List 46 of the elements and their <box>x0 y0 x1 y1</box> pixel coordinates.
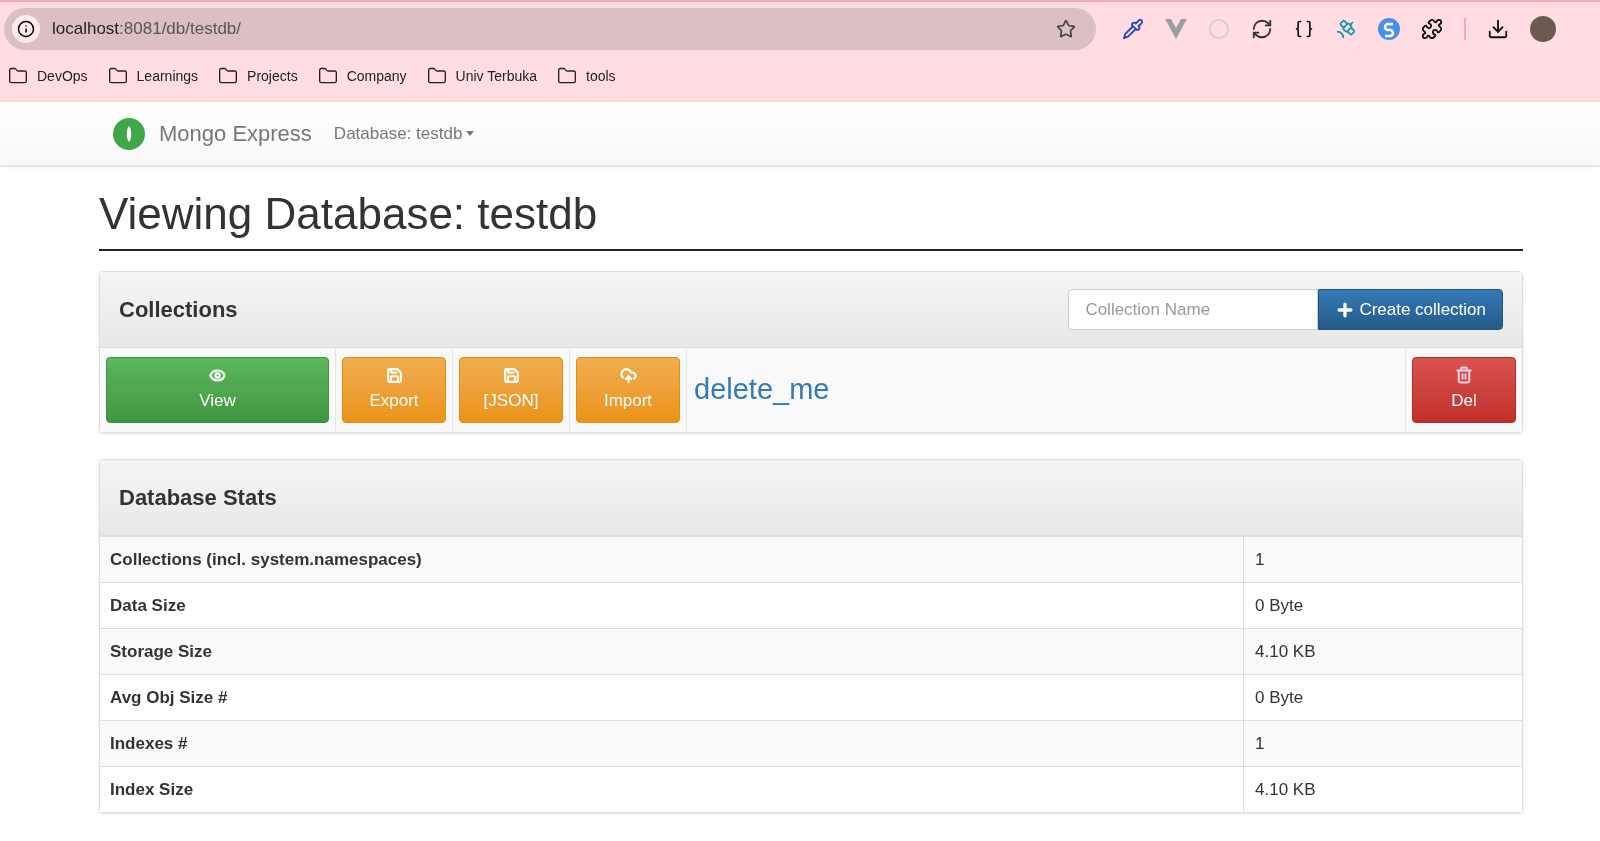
bookmark-folder[interactable]: Company <box>317 65 407 87</box>
page-heading: Viewing Database: testdb <box>99 186 1523 251</box>
braces-icon[interactable] <box>1294 19 1314 39</box>
database-dropdown[interactable]: Database: testdb <box>333 120 475 147</box>
stat-value: 1 <box>1254 732 1266 755</box>
url-text: localhost:8081/db/testdb/ <box>52 18 242 41</box>
folder-icon <box>426 66 447 86</box>
bookmark-folder[interactable]: Projects <box>218 65 298 87</box>
stat-value: 4.10 KB <box>1254 640 1317 663</box>
panel-title: Collections <box>119 296 238 324</box>
satellite-icon[interactable] <box>1335 18 1357 40</box>
collection-link[interactable]: delete_me <box>694 368 830 412</box>
caret-icon <box>466 131 475 136</box>
cloud-upload-icon <box>619 366 637 384</box>
bookmark-folder[interactable]: Univ Terbuka <box>426 65 538 87</box>
folder-icon <box>557 66 578 86</box>
brand-link[interactable]: Mongo Express <box>159 117 312 150</box>
collection-name-field[interactable]: Collection Name <box>1068 289 1319 330</box>
delete-button[interactable]: Del <box>1412 357 1516 423</box>
avatar[interactable] <box>1530 16 1556 42</box>
download-icon[interactable] <box>1487 18 1509 40</box>
bookmark-folder[interactable]: DevOps <box>8 65 88 87</box>
address-bar[interactable]: localhost:8081/db/testdb/ <box>4 8 1096 50</box>
stat-label: Index Size <box>100 767 1244 812</box>
s-logo-icon[interactable] <box>1378 18 1400 40</box>
folder-icon <box>317 66 338 86</box>
folder-icon <box>218 66 239 86</box>
panel-title: Database Stats <box>119 484 277 512</box>
create-collection-button[interactable]: Create collection <box>1318 289 1503 330</box>
leaf-logo-icon <box>113 117 145 150</box>
stat-value: 0 Byte <box>1254 686 1305 709</box>
bookmark-folder[interactable]: tools <box>557 65 616 87</box>
stat-value: 4.10 KB <box>1254 778 1317 801</box>
folder-icon <box>8 66 28 86</box>
trash-icon <box>1455 366 1473 385</box>
stat-value: 1 <box>1254 548 1266 571</box>
info-icon[interactable] <box>17 20 35 38</box>
stat-value: 0 Byte <box>1254 594 1305 617</box>
bookmark-star-icon[interactable] <box>1056 19 1076 39</box>
refresh-icon[interactable] <box>1251 18 1273 40</box>
bookmark-folder[interactable]: Learnings <box>107 65 199 87</box>
eye-icon <box>209 366 226 384</box>
pipette-icon[interactable] <box>1122 18 1144 40</box>
folder-icon <box>107 66 128 86</box>
extensions-icon[interactable] <box>1421 18 1443 40</box>
view-action-button[interactable]: View <box>106 357 329 423</box>
